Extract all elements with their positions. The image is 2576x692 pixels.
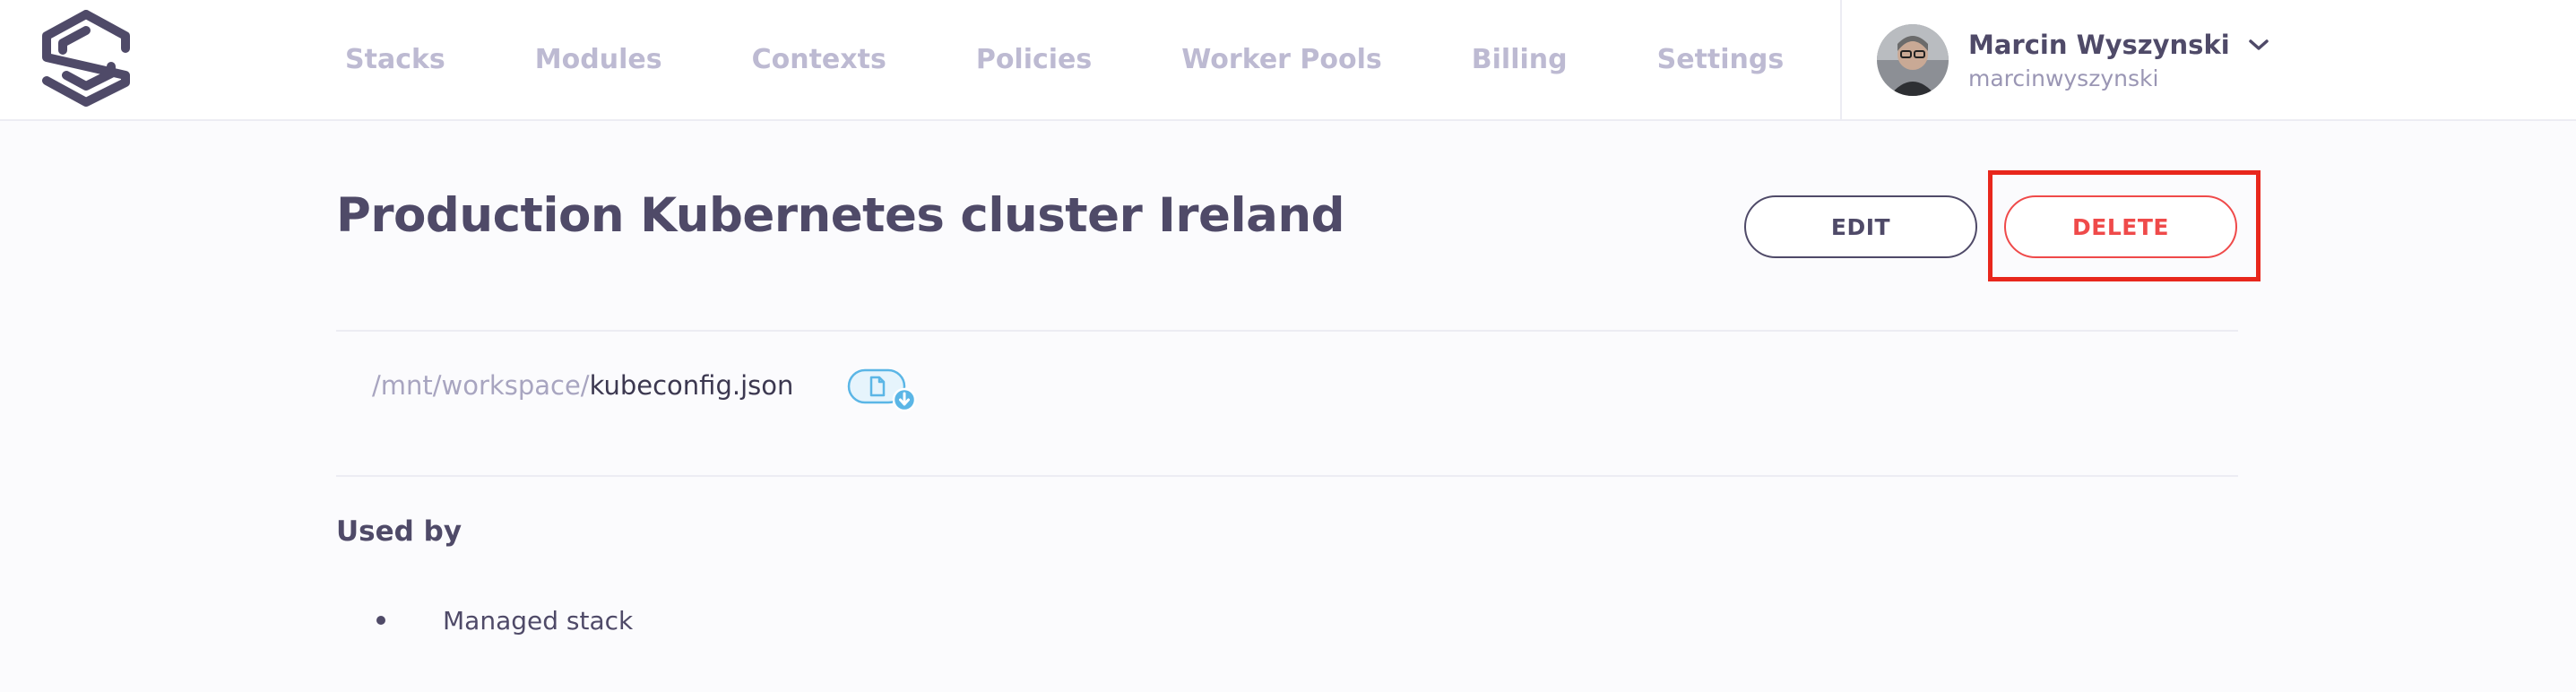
nav-item-policies[interactable]: Policies bbox=[976, 44, 1092, 75]
delete-button-highlight bbox=[1988, 170, 2260, 281]
nav-item-worker-pools[interactable]: Worker Pools bbox=[1181, 44, 1382, 75]
edit-button[interactable]: EDIT bbox=[1744, 195, 1977, 258]
mounted-file-path: /mnt/workspace/ kubeconfig.json bbox=[372, 368, 793, 403]
avatar[interactable] bbox=[1877, 24, 1949, 96]
file-name: kubeconfig.json bbox=[589, 370, 794, 401]
list-item: Managed stack bbox=[376, 602, 633, 638]
nav-item-billing[interactable]: Billing bbox=[1472, 44, 1568, 75]
page-title: Production Kubernetes cluster Ireland bbox=[336, 188, 1345, 243]
user-name-row: Marcin Wyszynski bbox=[1968, 30, 2269, 60]
user-info: Marcin Wyszynski marcinwyszynski bbox=[1968, 30, 2269, 91]
section-divider bbox=[336, 330, 2238, 332]
user-handle: marcinwyszynski bbox=[1968, 65, 2159, 91]
file-download-icon[interactable] bbox=[847, 367, 919, 413]
section-divider bbox=[336, 475, 2238, 477]
nav-item-stacks[interactable]: Stacks bbox=[345, 44, 445, 75]
user-name: Marcin Wyszynski bbox=[1968, 29, 2230, 60]
nav-item-settings[interactable]: Settings bbox=[1657, 44, 1785, 75]
bullet-icon bbox=[376, 616, 385, 625]
user-menu[interactable]: Marcin Wyszynski marcinwyszynski bbox=[1877, 22, 2269, 99]
main-nav: Stacks Modules Contexts Policies Worker … bbox=[345, 0, 1784, 119]
nav-item-contexts[interactable]: Contexts bbox=[752, 44, 886, 75]
used-by-heading: Used by bbox=[336, 515, 462, 548]
top-navigation-bar: Stacks Modules Contexts Policies Worker … bbox=[0, 0, 2576, 121]
used-by-stack-link[interactable]: Managed stack bbox=[443, 606, 633, 636]
file-directory: /mnt/workspace/ bbox=[372, 370, 590, 401]
nav-item-modules[interactable]: Modules bbox=[535, 44, 662, 75]
user-menu-divider bbox=[1840, 0, 1842, 119]
chevron-down-icon[interactable] bbox=[2248, 39, 2269, 51]
spacelift-logo-icon[interactable] bbox=[39, 9, 133, 108]
